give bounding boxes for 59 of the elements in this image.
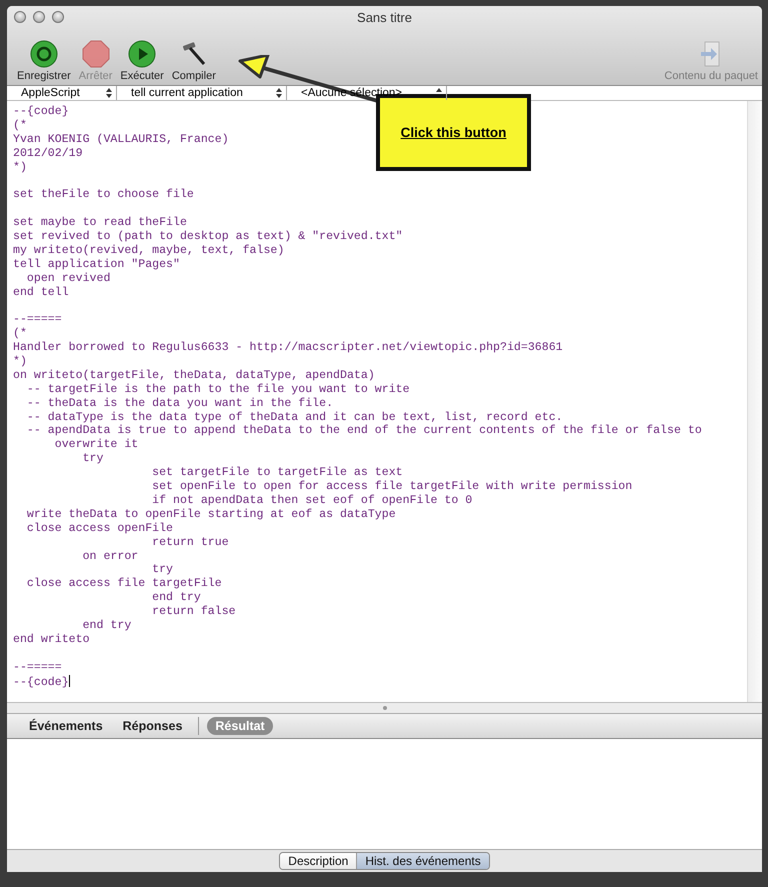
toolbar-button[interactable]: Exécuter <box>116 40 168 82</box>
code-line: end tell <box>13 286 69 300</box>
code-line: close access openFile <box>26 522 174 536</box>
updown-arrows-icon <box>106 88 112 98</box>
code-line: --{code} <box>13 105 69 119</box>
code-line: --===== <box>13 313 62 328</box>
code-line: set theFile to choose file <box>13 188 194 202</box>
code-line: (* <box>13 327 27 342</box>
code-line: end try <box>82 618 132 633</box>
code-line: on writeto(targetFile, theData, dataType, apendData) <box>13 368 375 383</box>
code-line: open revived <box>26 272 110 286</box>
code-line: set revived to (path to desktop as text) & "revived.txt" <box>13 230 403 244</box>
code-line: my writeto(revived, maybe, text, false) <box>13 244 284 258</box>
tab[interactable]: Événements <box>21 717 111 735</box>
minimize-button[interactable] <box>33 11 45 23</box>
record-icon <box>30 40 58 68</box>
code-line: if not apendData then set eof of openFile to 0 <box>151 494 472 508</box>
code-line: --{code} <box>13 674 70 688</box>
code-line: set maybe to read theFile <box>13 216 187 230</box>
play-icon <box>128 40 156 68</box>
callout-text: Click this button <box>400 125 506 140</box>
splitter-handle[interactable] <box>382 706 386 710</box>
toolbar-button[interactable]: Compiler <box>168 40 220 82</box>
code-line: return true <box>151 536 229 550</box>
toolbar-button[interactable]: Enregistrer <box>13 40 75 82</box>
code-line: write theData to openFile starting at eof as dataType <box>26 508 396 522</box>
code-line: -- targetFile is the path to the file you want to write <box>26 382 410 397</box>
code-line: *) <box>13 160 27 174</box>
code-line: end try <box>151 591 201 606</box>
updown-arrows-icon <box>276 88 282 98</box>
window-title: Sans titre <box>357 10 412 24</box>
code-line: -- theData is the data you want in the file. <box>26 396 334 411</box>
code-line: overwrite it <box>54 438 138 452</box>
scroll-bar[interactable] <box>747 101 762 702</box>
code-line: tell application "Pages" <box>13 258 180 272</box>
code-line: -- apendData is true to append theData to the end of the current contents of the file or false to <box>26 424 702 438</box>
code-line: close access file targetFile <box>26 577 222 592</box>
code-line: end writeto <box>13 632 90 647</box>
code-line: Handler borrowed to Regulus6633 - http://macscripter.net/viewtopic.php?id=36861 <box>13 341 563 356</box>
code-line: return false <box>151 605 236 619</box>
tab[interactable]: Réponses <box>114 717 190 735</box>
zoom-button[interactable] <box>52 11 64 23</box>
code-line: on error <box>82 550 138 564</box>
code-line: --===== <box>13 660 62 675</box>
popup-menu[interactable]: AppleScript <box>7 86 117 100</box>
code-line: (* <box>13 118 27 133</box>
code-line: try <box>151 563 174 578</box>
code-line: -- dataType is the data type of theData and it can be text, list, record etc. <box>26 410 563 424</box>
segment-button[interactable]: Hist. des événements <box>356 853 489 869</box>
code-line: *) <box>13 355 27 369</box>
code-line: Yvan KOENIG (VALLAURIS, France) <box>13 132 229 147</box>
stop-icon <box>82 40 110 68</box>
code-line: set targetFile to targetFile as text <box>151 466 403 480</box>
code-line: try <box>82 452 104 466</box>
code-line: 2012/02/19 <box>13 146 83 161</box>
segment-button[interactable]: Description <box>280 853 356 869</box>
close-button[interactable] <box>14 11 26 23</box>
popup-menu[interactable]: tell current application <box>117 86 287 100</box>
code-line: set openFile to open for access file targetFile with write permission <box>151 480 632 494</box>
